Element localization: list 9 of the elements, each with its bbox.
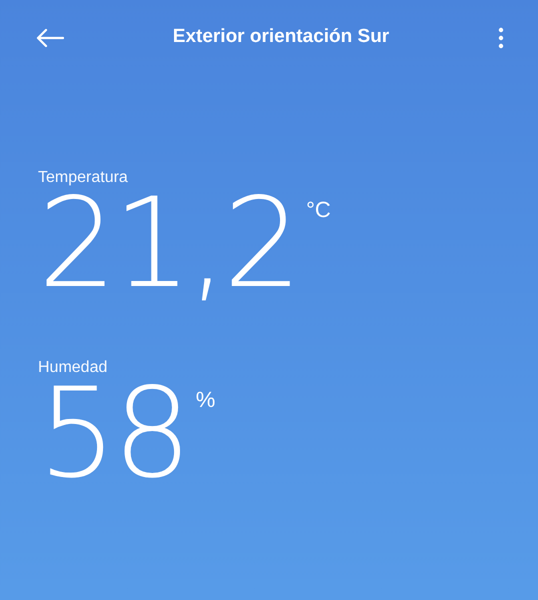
unit-label: °C bbox=[306, 198, 331, 222]
screen-title: Exterior orientación Sur bbox=[172, 24, 390, 49]
more-options-icon[interactable] bbox=[498, 27, 504, 49]
reading-value: 58 bbox=[38, 378, 188, 490]
back-arrow-icon[interactable] bbox=[36, 28, 64, 48]
reading-label: Temperatura bbox=[38, 168, 129, 188]
reading-value: 21,2 bbox=[38, 188, 298, 300]
reading-label: Humedad bbox=[38, 358, 108, 378]
unit-label: % bbox=[196, 388, 216, 412]
